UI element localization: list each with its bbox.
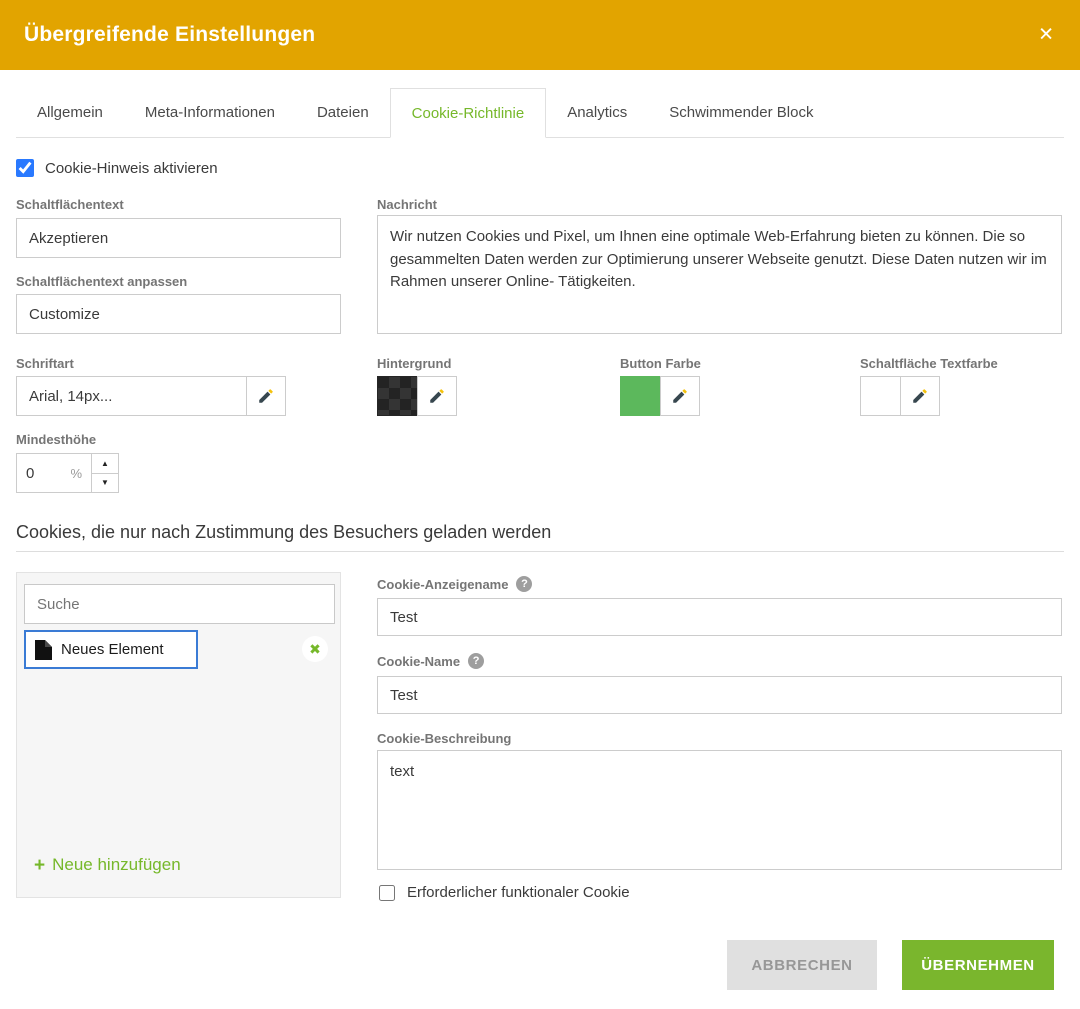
help-icon[interactable]: ?	[516, 576, 532, 592]
settings-dialog: Übergreifende Einstellungen ✕ Allgemein …	[0, 0, 1080, 1009]
required-cookie-row: Erforderlicher funktionaler Cookie	[379, 884, 630, 901]
message-label: Nachricht	[377, 197, 437, 212]
search-input[interactable]	[24, 584, 335, 624]
plus-icon: +	[34, 856, 45, 875]
remove-cookie-button[interactable]: ✖	[302, 636, 328, 662]
customize-text-input[interactable]	[16, 294, 341, 334]
pencil-icon	[428, 387, 446, 405]
stepper-down-icon[interactable]: ▼	[91, 473, 119, 494]
min-height-input[interactable]: 0 %	[16, 453, 92, 493]
min-height-value: 0	[26, 465, 34, 482]
button-text-color-label: Schaltfläche Textfarbe	[860, 356, 998, 371]
cancel-button[interactable]: ABBRECHEN	[727, 940, 877, 990]
help-icon[interactable]: ?	[468, 653, 484, 669]
cookie-name-input[interactable]	[377, 676, 1062, 714]
tab-bar: Allgemein Meta-Informationen Dateien Coo…	[16, 88, 1064, 138]
font-control	[16, 376, 286, 416]
min-height-control: 0 % ▲ ▼	[16, 453, 119, 493]
cookie-item-label: Neues Element	[61, 641, 164, 658]
font-input[interactable]	[16, 376, 247, 416]
dialog-title: Übergreifende Einstellungen	[0, 23, 315, 47]
button-color-edit-button[interactable]	[660, 376, 700, 416]
background-edit-button[interactable]	[417, 376, 457, 416]
display-name-label-row: Cookie-Anzeigename ?	[377, 576, 532, 592]
add-new-cookie-link[interactable]: + Neue hinzufügen	[34, 855, 181, 875]
customize-text-label: Schaltflächentext anpassen	[16, 274, 187, 289]
button-text-input[interactable]	[16, 218, 341, 258]
apply-button[interactable]: ÜBERNEHMEN	[902, 940, 1054, 990]
cookie-list-panel: Neues Element ✖ + Neue hinzufügen	[16, 572, 341, 898]
font-label: Schriftart	[16, 356, 74, 371]
close-icon[interactable]: ✕	[1038, 26, 1054, 45]
font-edit-button[interactable]	[246, 376, 286, 416]
dialog-header: Übergreifende Einstellungen ✕	[0, 0, 1080, 70]
cookie-name-label: Cookie-Name	[377, 654, 460, 669]
pencil-icon	[671, 387, 689, 405]
pencil-icon	[911, 387, 929, 405]
cookie-notice-enable-label: Cookie-Hinweis aktivieren	[45, 160, 218, 177]
cookies-section-heading: Cookies, die nur nach Zustimmung des Bes…	[16, 522, 551, 543]
section-divider	[16, 551, 1064, 552]
button-color-label: Button Farbe	[620, 356, 701, 371]
min-height-label: Mindesthöhe	[16, 432, 96, 447]
required-cookie-checkbox[interactable]	[379, 885, 395, 901]
tab-schwimmender-block[interactable]: Schwimmender Block	[648, 88, 834, 137]
display-name-input[interactable]	[377, 598, 1062, 636]
min-height-unit: %	[70, 466, 82, 481]
description-textarea[interactable]: text	[377, 750, 1062, 870]
tab-cookie-richtlinie[interactable]: Cookie-Richtlinie	[390, 88, 547, 138]
button-text-color-edit-button[interactable]	[900, 376, 940, 416]
pencil-icon	[257, 387, 275, 405]
required-cookie-label: Erforderlicher funktionaler Cookie	[407, 884, 630, 901]
button-color-control	[620, 376, 700, 416]
remove-icon: ✖	[309, 641, 321, 658]
button-text-color-control	[860, 376, 940, 416]
background-label: Hintergrund	[377, 356, 451, 371]
tab-dateien[interactable]: Dateien	[296, 88, 390, 137]
cookie-list-item[interactable]: Neues Element	[24, 630, 198, 669]
button-text-label: Schaltflächentext	[16, 197, 124, 212]
file-icon	[35, 640, 52, 660]
description-label: Cookie-Beschreibung	[377, 731, 511, 746]
cookie-notice-enable-row: Cookie-Hinweis aktivieren	[16, 159, 218, 177]
message-textarea[interactable]: Wir nutzen Cookies und Pixel, um Ihnen e…	[377, 215, 1062, 334]
display-name-label: Cookie-Anzeigename	[377, 577, 508, 592]
tab-allgemein[interactable]: Allgemein	[16, 88, 124, 137]
stepper-up-icon[interactable]: ▲	[91, 453, 119, 474]
tab-meta-informationen[interactable]: Meta-Informationen	[124, 88, 296, 137]
add-new-label: Neue hinzufügen	[52, 855, 181, 875]
background-control	[377, 376, 457, 416]
button-color-swatch[interactable]	[620, 376, 661, 416]
cookie-name-label-row: Cookie-Name ?	[377, 653, 484, 669]
min-height-stepper: ▲ ▼	[91, 453, 119, 493]
tab-analytics[interactable]: Analytics	[546, 88, 648, 137]
button-text-color-swatch[interactable]	[860, 376, 901, 416]
background-color-swatch[interactable]	[377, 376, 418, 416]
cookie-notice-enable-checkbox[interactable]	[16, 159, 34, 177]
